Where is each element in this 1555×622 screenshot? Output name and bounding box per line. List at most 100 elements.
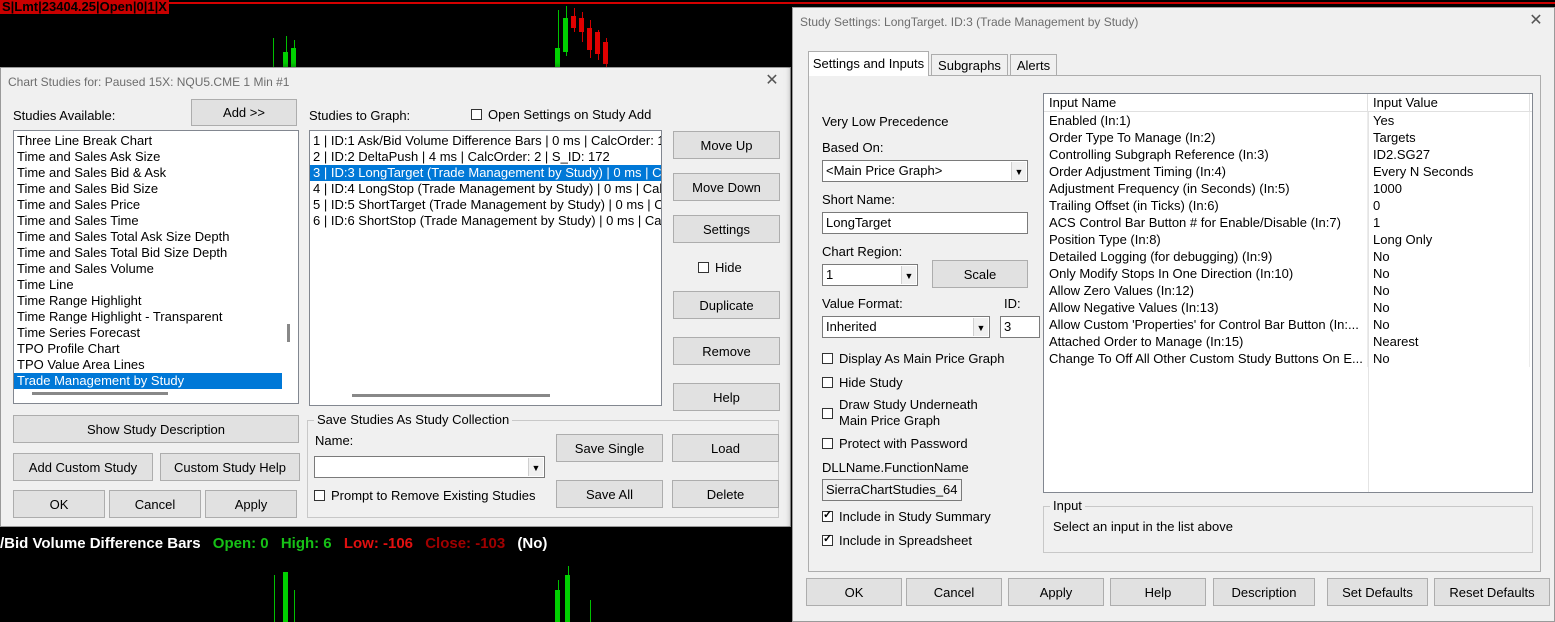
settings-button[interactable]: Settings (673, 215, 780, 243)
table-row[interactable]: Position Type (In:8) Long Only (1044, 231, 1532, 248)
protect-password-checkbox[interactable]: Protect with Password (822, 436, 968, 451)
checkbox-box[interactable] (698, 262, 709, 273)
dll-input[interactable]: SierraChartStudies_64 (822, 479, 962, 501)
list-item[interactable]: 1 | ID:1 Ask/Bid Volume Difference Bars … (310, 133, 661, 149)
scale-button[interactable]: Scale (932, 260, 1028, 288)
list-item[interactable]: Time and Sales Bid Size (14, 181, 282, 197)
checkbox-box[interactable] (471, 109, 482, 120)
duplicate-button[interactable]: Duplicate (673, 291, 780, 319)
list-item[interactable]: Time Range Highlight - Transparent (14, 309, 282, 325)
studies-to-graph-list[interactable]: 1 | ID:1 Ask/Bid Volume Difference Bars … (309, 130, 662, 406)
horizontal-scrollbar[interactable] (32, 392, 168, 395)
grid-header-name[interactable]: Input Name (1044, 94, 1368, 111)
list-item[interactable]: Time and Sales Total Bid Size Depth (14, 245, 282, 261)
list-item[interactable]: Trade Management by Study (14, 373, 282, 389)
list-item[interactable]: Time Line (14, 277, 282, 293)
list-item[interactable]: Time and Sales Ask Size (14, 149, 282, 165)
table-row[interactable]: Enabled (In:1) Yes (1044, 112, 1532, 129)
order-label[interactable]: S|Lmt|23404.25|Open|0|1|X (0, 0, 169, 14)
show-study-description-button[interactable]: Show Study Description (13, 415, 299, 443)
input-name-cell[interactable]: Change To Off All Other Custom Study But… (1044, 350, 1368, 367)
horizontal-scrollbar[interactable] (352, 394, 550, 397)
draw-underneath-checkbox[interactable]: Draw Study Underneath Main Price Graph (822, 397, 978, 429)
list-item[interactable]: TPO Value Area Lines (14, 357, 282, 373)
tab-settings-and-inputs[interactable]: Settings and Inputs (808, 51, 929, 76)
remove-button[interactable]: Remove (673, 337, 780, 365)
chevron-down-icon[interactable]: ▼ (901, 266, 916, 284)
list-item[interactable]: 4 | ID:4 LongStop (Trade Management by S… (310, 181, 661, 197)
input-name-cell[interactable]: Order Adjustment Timing (In:4) (1044, 163, 1368, 180)
include-summary-checkbox[interactable]: Include in Study Summary (822, 508, 991, 524)
collection-name-combo[interactable]: ▼ (314, 456, 545, 478)
table-row[interactable]: Only Modify Stops In One Direction (In:1… (1044, 265, 1532, 282)
list-item[interactable]: Time and Sales Price (14, 197, 282, 213)
display-main-checkbox[interactable]: Display As Main Price Graph (822, 351, 1004, 366)
input-name-cell[interactable]: Allow Custom 'Properties' for Control Ba… (1044, 316, 1368, 333)
studies-available-list[interactable]: Three Line Break Chart Time and Sales Ask… (13, 130, 299, 404)
list-item[interactable]: 5 | ID:5 ShortTarget (Trade Management b… (310, 197, 661, 213)
id-input[interactable]: 3 (1000, 316, 1040, 338)
checkbox-box[interactable] (822, 532, 833, 546)
close-icon[interactable]: ✕ (1526, 11, 1546, 31)
add-study-button[interactable]: Add >> (191, 99, 297, 126)
open-settings-checkbox[interactable]: Open Settings on Study Add (471, 107, 651, 122)
tab-alerts[interactable]: Alerts (1010, 54, 1057, 76)
apply-button[interactable]: Apply (205, 490, 297, 518)
chart-region-select[interactable]: 1 ▼ (822, 264, 918, 286)
list-item[interactable]: Time Range Highlight (14, 293, 282, 309)
ok-button[interactable]: OK (806, 578, 902, 606)
checkbox-box[interactable] (822, 438, 833, 449)
cancel-button[interactable]: Cancel (109, 490, 201, 518)
list-item[interactable]: 2 | ID:2 DeltaPush | 4 ms | CalcOrder: 2… (310, 149, 661, 165)
table-row[interactable]: Attached Order to Manage (In:15) Nearest (1044, 333, 1532, 350)
input-value-cell[interactable]: Long Only (1368, 231, 1530, 248)
table-row[interactable]: Adjustment Frequency (in Seconds) (In:5)… (1044, 180, 1532, 197)
input-value-cell[interactable]: Targets (1368, 129, 1530, 146)
hide-study-checkbox[interactable]: Hide Study (822, 375, 903, 390)
load-button[interactable]: Load (672, 434, 779, 462)
input-value-cell[interactable]: Nearest (1368, 333, 1530, 350)
table-row[interactable]: Detailed Logging (for debugging) (In:9) N… (1044, 248, 1532, 265)
table-row[interactable]: Change To Off All Other Custom Study But… (1044, 350, 1532, 367)
include-spreadsheet-checkbox[interactable]: Include in Spreadsheet (822, 532, 972, 548)
input-value-cell[interactable]: No (1368, 299, 1530, 316)
checkbox-box[interactable] (822, 407, 833, 419)
vertical-scrollbar[interactable] (287, 324, 290, 342)
chevron-down-icon[interactable]: ▼ (973, 318, 988, 336)
list-item[interactable]: Time and Sales Time (14, 213, 282, 229)
grid-header-value[interactable]: Input Value (1368, 94, 1530, 111)
input-name-cell[interactable]: Only Modify Stops In One Direction (In:1… (1044, 265, 1368, 282)
checkbox-box[interactable] (822, 353, 833, 364)
table-row[interactable]: Order Adjustment Timing (In:4) Every N Se… (1044, 163, 1532, 180)
input-name-cell[interactable]: ACS Control Bar Button # for Enable/Disa… (1044, 214, 1368, 231)
list-item[interactable]: Three Line Break Chart (14, 133, 282, 149)
delete-button[interactable]: Delete (672, 480, 779, 508)
input-name-cell[interactable]: Attached Order to Manage (In:15) (1044, 333, 1368, 350)
reset-defaults-button[interactable]: Reset Defaults (1434, 578, 1550, 606)
table-row[interactable]: Trailing Offset (in Ticks) (In:6) 0 (1044, 197, 1532, 214)
list-item[interactable]: 3 | ID:3 LongTarget (Trade Management by… (310, 165, 661, 181)
cancel-button[interactable]: Cancel (906, 578, 1002, 606)
input-value-cell[interactable]: Every N Seconds (1368, 163, 1530, 180)
input-value-cell[interactable]: No (1368, 282, 1530, 299)
move-down-button[interactable]: Move Down (673, 173, 780, 201)
hide-checkbox[interactable]: Hide (698, 260, 742, 275)
input-name-cell[interactable]: Controlling Subgraph Reference (In:3) (1044, 146, 1368, 163)
table-row[interactable]: Controlling Subgraph Reference (In:3) ID2… (1044, 146, 1532, 163)
chevron-down-icon[interactable]: ▼ (528, 458, 543, 476)
help-button[interactable]: Help (673, 383, 780, 411)
table-row[interactable]: Allow Custom 'Properties' for Control Ba… (1044, 316, 1532, 333)
based-on-select[interactable]: <Main Price Graph> ▼ (822, 160, 1028, 182)
help-button[interactable]: Help (1110, 578, 1206, 606)
input-name-cell[interactable]: Trailing Offset (in Ticks) (In:6) (1044, 197, 1368, 214)
input-value-cell[interactable]: Yes (1368, 112, 1530, 129)
checkbox-box[interactable] (822, 377, 833, 388)
custom-study-help-button[interactable]: Custom Study Help (160, 453, 300, 481)
prompt-remove-checkbox[interactable]: Prompt to Remove Existing Studies (314, 488, 535, 503)
input-value-cell[interactable]: 0 (1368, 197, 1530, 214)
chevron-down-icon[interactable]: ▼ (1011, 162, 1026, 180)
input-name-cell[interactable]: Adjustment Frequency (in Seconds) (In:5) (1044, 180, 1368, 197)
input-name-cell[interactable]: Allow Zero Values (In:12) (1044, 282, 1368, 299)
tab-subgraphs[interactable]: Subgraphs (931, 54, 1008, 76)
input-name-cell[interactable]: Detailed Logging (for debugging) (In:9) (1044, 248, 1368, 265)
